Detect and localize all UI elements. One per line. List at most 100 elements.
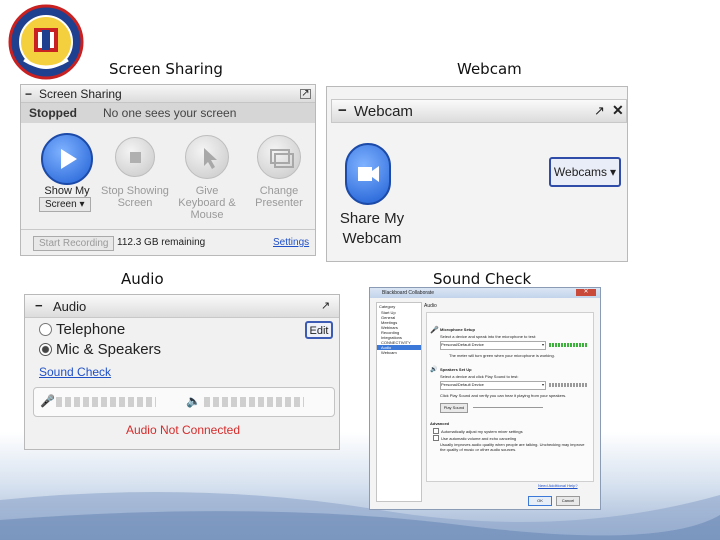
mic-header: Microphone Setup [440, 327, 475, 332]
echo-cancel-checkbox[interactable] [433, 435, 439, 441]
speaker-level-meter [204, 397, 304, 407]
chevron-down-icon: ▾ [79, 199, 85, 210]
mic-instruction: Select a device and speak into the micro… [440, 334, 537, 339]
screen-dropdown-label: Screen [45, 199, 77, 210]
audio-title: Audio [53, 299, 87, 314]
mic-level-meter [56, 397, 156, 407]
status-message: No one sees your screen [103, 106, 237, 120]
play-sound-button[interactable]: Play Sound [440, 403, 468, 413]
auto-adjust-option[interactable]: Automatically adjust my system mixer set… [433, 428, 523, 434]
share-webcam-button[interactable] [345, 143, 391, 205]
category-list: Category Start Up General Meetings Webin… [376, 302, 422, 502]
category-header: Category [379, 304, 396, 309]
close-icon[interactable]: ✕ [576, 289, 596, 296]
cancel-button[interactable]: Cancel [556, 496, 580, 506]
caption-webcam: Webcam [457, 60, 522, 78]
audio-status: Audio Not Connected [125, 423, 241, 437]
screen-sharing-titlebar: − Screen Sharing ↗ [21, 85, 315, 103]
screen-sharing-title: Screen Sharing [39, 86, 122, 101]
chevron-down-icon: ▾ [541, 342, 544, 347]
give-control-button[interactable] [185, 135, 229, 179]
remaining-space: 112.3 GB remaining [117, 237, 206, 248]
popout-icon[interactable]: ↗ [300, 88, 311, 99]
speaker-instruction: Select a device and click Play Sound to … [440, 374, 519, 379]
collapse-icon[interactable]: − [338, 102, 347, 119]
speaker-level-meter [549, 383, 587, 387]
start-recording-button[interactable]: Start Recording [33, 236, 115, 251]
give-control-label: Give Keyboard & Mouse [178, 185, 236, 221]
webcam-titlebar: − Webcam ↗ ✕ [331, 99, 627, 123]
window-title: Blackboard Collaborate [382, 290, 434, 296]
need-help-link[interactable]: Need Additional Help? [538, 483, 578, 488]
telephone-radio[interactable] [39, 323, 52, 336]
chevron-down-icon: ▾ [541, 382, 544, 387]
school-logo [8, 4, 84, 80]
audio-panel: − Audio ↗ Telephone Mic & Speakers Edit … [24, 294, 340, 450]
stop-icon [130, 152, 141, 163]
settings-content: 🎤 Microphone Setup Select a device and s… [426, 312, 594, 482]
audio-titlebar: − Audio ↗ [25, 295, 339, 318]
settings-panel-title: Audio [424, 303, 437, 309]
show-screen-button[interactable] [41, 133, 93, 185]
change-presenter-label: Change Presenter [255, 185, 303, 209]
mic-level-meter [549, 343, 587, 347]
auto-adjust-checkbox[interactable] [433, 428, 439, 434]
status-bar: Stopped No one sees your screen [21, 103, 315, 123]
echo-cancel-label: Use automatic volume and echo canceling [441, 435, 517, 441]
caption-screen-sharing: Screen Sharing [109, 60, 223, 78]
webcam-panel: − Webcam ↗ ✕ Share My Webcam Webcams ▾ [326, 86, 628, 262]
presenter-icon [270, 149, 294, 168]
telephone-label: Telephone [56, 321, 126, 338]
speaker-icon: 🔈 [186, 394, 201, 408]
speaker-header: Speakers Set Up [440, 367, 472, 372]
status-label: Stopped [29, 106, 77, 120]
sound-check-window: Blackboard Collaborate ✕ Category Start … [369, 287, 601, 510]
settings-link[interactable]: Settings [273, 237, 309, 248]
screen-dropdown[interactable]: Screen ▾ [39, 197, 91, 212]
audio-levels: 🎤 🔈 [33, 387, 335, 417]
play-icon [61, 149, 77, 169]
cursor-icon [204, 148, 217, 169]
show-my-label: Show My [44, 185, 90, 197]
screen-sharing-footer: Start Recording 112.3 GB remaining Setti… [21, 229, 315, 255]
edit-button[interactable]: Edit [305, 321, 333, 339]
chevron-down-icon: ▾ [610, 165, 617, 179]
caption-audio: Audio [121, 270, 164, 288]
webcam-title: Webcam [354, 103, 413, 120]
popout-icon[interactable]: ↗ [594, 103, 605, 119]
background-wave [0, 492, 720, 540]
stop-sharing-button[interactable] [115, 137, 155, 177]
mic-speakers-option[interactable]: Mic & Speakers [39, 341, 161, 358]
audio-settings-panel: Audio 🎤 Microphone Setup Select a device… [422, 302, 596, 488]
close-icon[interactable]: ✕ [612, 102, 624, 119]
speaker-icon: 🔊 [430, 367, 438, 373]
advanced-header: Advanced [430, 421, 450, 426]
echo-cancel-option[interactable]: Use automatic volume and echo canceling [433, 435, 516, 441]
ok-button[interactable]: OK [528, 496, 552, 506]
mic-note: The meter will turn green when your micr… [449, 353, 555, 358]
popout-icon[interactable]: ↗ [321, 299, 330, 312]
speaker-note: Click Play Sound and verify you can hear… [440, 393, 567, 398]
screen-sharing-panel: − Screen Sharing ↗ Stopped No one sees y… [20, 84, 316, 256]
auto-adjust-label: Automatically adjust my system mixer set… [441, 428, 523, 434]
sound-check-link[interactable]: Sound Check [39, 365, 111, 379]
share-webcam-label: Share My Webcam [339, 210, 405, 247]
caption-sound-check: Sound Check [433, 270, 532, 288]
change-presenter-button[interactable] [257, 135, 301, 179]
collapse-icon[interactable]: − [35, 298, 43, 313]
mic-speakers-radio[interactable] [39, 343, 52, 356]
advanced-note: Usually improves audio quality when peop… [440, 442, 585, 452]
volume-slider[interactable] [473, 407, 543, 408]
telephone-option[interactable]: Telephone [39, 321, 125, 338]
stop-showing-label: Stop Showing Screen [101, 185, 169, 209]
collapse-icon[interactable]: − [25, 87, 35, 101]
category-item[interactable]: Webcam [377, 350, 421, 355]
webcams-dropdown-label: Webcams [553, 165, 608, 179]
sound-check-titlebar: Blackboard Collaborate ✕ [370, 288, 600, 298]
mic-device-select[interactable]: Personal/Default Device ▾ [440, 341, 546, 350]
webcams-dropdown[interactable]: Webcams ▾ [549, 157, 621, 187]
camera-icon [358, 166, 379, 182]
mic-speakers-label: Mic & Speakers [56, 341, 162, 358]
microphone-icon: 🎤 [40, 394, 55, 408]
speaker-device-select[interactable]: Personal/Default Device ▾ [440, 381, 546, 390]
